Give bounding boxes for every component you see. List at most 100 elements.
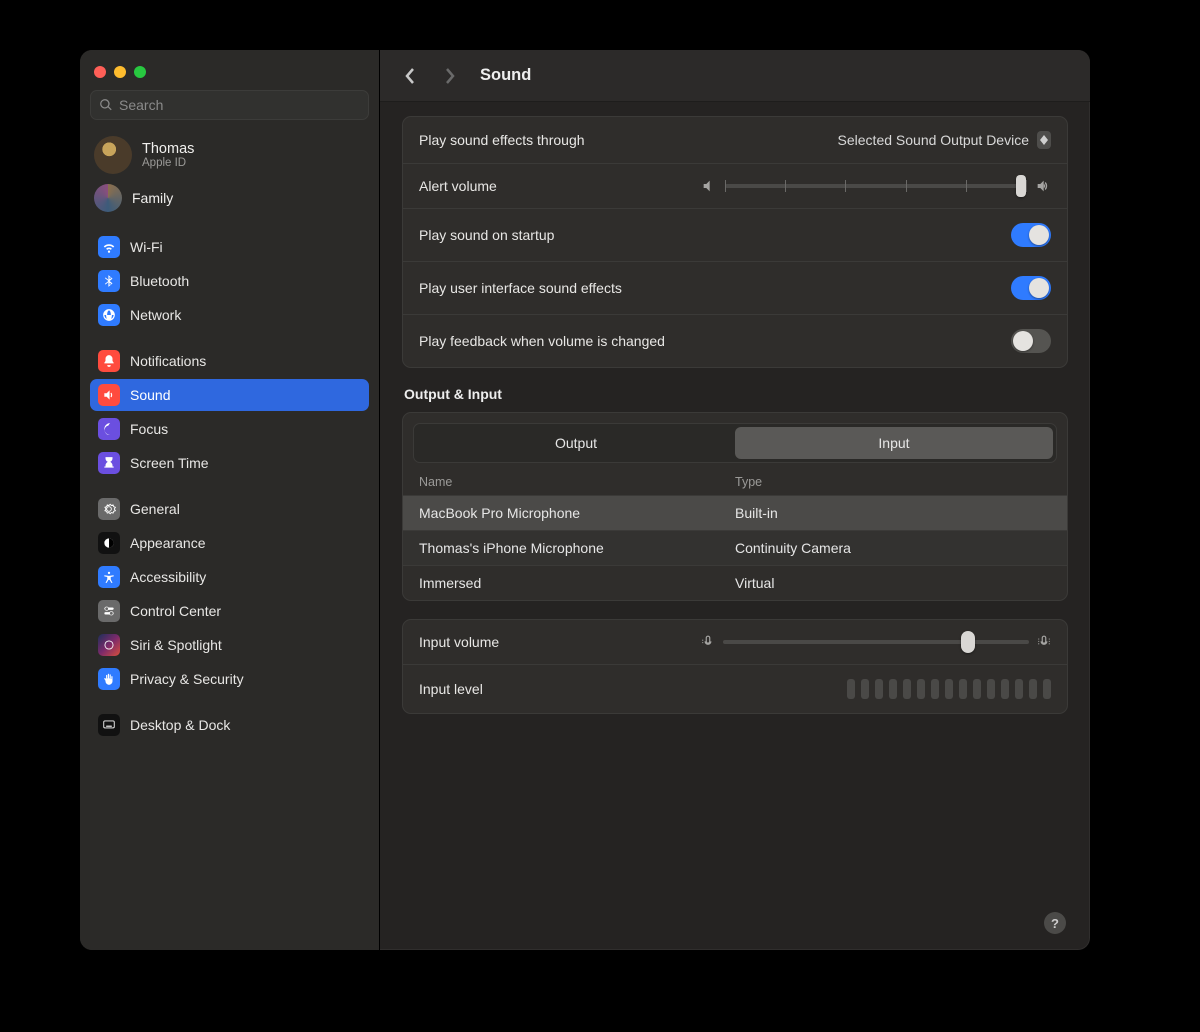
sidebar-item-general[interactable]: General xyxy=(90,493,369,525)
sidebar-item-label: General xyxy=(130,501,180,517)
play-ui-sounds-toggle[interactable] xyxy=(1011,276,1051,300)
device-row[interactable]: MacBook Pro Microphone Built-in xyxy=(403,495,1067,530)
col-type: Type xyxy=(735,475,1051,489)
col-name: Name xyxy=(419,475,735,489)
sidebar-item-privacy-security[interactable]: Privacy & Security xyxy=(90,663,369,695)
input-level-meter xyxy=(847,679,1051,699)
appearance-icon xyxy=(98,532,120,554)
sidebar-item-family[interactable]: Family xyxy=(90,180,369,218)
device-row[interactable]: Thomas's iPhone Microphone Continuity Ca… xyxy=(403,530,1067,565)
sidebar-item-notifications[interactable]: Notifications xyxy=(90,345,369,377)
sidebar-item-network[interactable]: Network xyxy=(90,299,369,331)
close-window-button[interactable] xyxy=(94,66,106,78)
sidebar-item-accessibility[interactable]: Accessibility xyxy=(90,561,369,593)
device-name: Thomas's iPhone Microphone xyxy=(419,540,735,556)
account-subtitle: Apple ID xyxy=(142,157,194,169)
input-volume-row: Input volume xyxy=(403,620,1067,664)
family-avatar-icon xyxy=(94,184,122,212)
search-input[interactable]: Search xyxy=(90,90,369,120)
sidebar-section-network: Wi-Fi Bluetooth Network xyxy=(90,230,369,332)
control-center-icon xyxy=(98,600,120,622)
chevron-up-down-icon xyxy=(1037,131,1051,149)
help-button[interactable]: ? xyxy=(1044,912,1066,934)
setting-label: Input level xyxy=(419,681,483,697)
sidebar-item-apple-id[interactable]: Thomas Apple ID xyxy=(90,130,369,180)
device-table-header: Name Type xyxy=(403,463,1067,495)
sidebar-item-label: Focus xyxy=(130,421,168,437)
setting-label: Play feedback when volume is changed xyxy=(419,333,665,349)
device-type: Virtual xyxy=(735,575,1051,591)
slider-knob[interactable] xyxy=(961,631,975,653)
output-input-segmented: Output Input xyxy=(413,423,1057,463)
play-sound-through-dropdown[interactable]: Selected Sound Output Device xyxy=(838,131,1051,149)
window-controls xyxy=(90,62,369,90)
moon-icon xyxy=(98,418,120,440)
back-button[interactable] xyxy=(396,62,424,90)
play-startup-toggle[interactable] xyxy=(1011,223,1051,247)
sidebar-item-appearance[interactable]: Appearance xyxy=(90,527,369,559)
sidebar-item-desktop-dock[interactable]: Desktop & Dock xyxy=(90,709,369,741)
content: Play sound effects through Selected Soun… xyxy=(380,102,1090,950)
dock-icon xyxy=(98,714,120,736)
hand-icon xyxy=(98,668,120,690)
sidebar-section-system: General Appearance Accessibility Control… xyxy=(90,492,369,696)
titlebar: Sound xyxy=(380,50,1090,102)
alert-volume-row: Alert volume xyxy=(403,163,1067,208)
device-name: Immersed xyxy=(419,575,735,591)
dropdown-value: Selected Sound Output Device xyxy=(838,132,1029,148)
sidebar-section-engagement: Notifications Sound Focus Screen Time xyxy=(90,344,369,480)
setting-label: Play sound effects through xyxy=(419,132,585,148)
output-input-panel: Output Input Name Type MacBook Pro Micro… xyxy=(402,412,1068,601)
setting-label: Alert volume xyxy=(419,178,497,194)
sidebar-item-bluetooth[interactable]: Bluetooth xyxy=(90,265,369,297)
system-settings-window: Search Thomas Apple ID Family Wi-Fi Blue… xyxy=(80,50,1090,950)
tab-input[interactable]: Input xyxy=(735,427,1053,459)
sidebar-item-label: Wi-Fi xyxy=(130,239,163,255)
play-feedback-toggle[interactable] xyxy=(1011,329,1051,353)
sidebar-item-label: Screen Time xyxy=(130,455,209,471)
accessibility-icon xyxy=(98,566,120,588)
mic-low-icon xyxy=(701,634,715,650)
sidebar-item-screen-time[interactable]: Screen Time xyxy=(90,447,369,479)
sidebar-item-label: Bluetooth xyxy=(130,273,189,289)
play-startup-row: Play sound on startup xyxy=(403,208,1067,261)
sidebar-item-focus[interactable]: Focus xyxy=(90,413,369,445)
sidebar-item-label: Appearance xyxy=(130,535,206,551)
sidebar-item-label: Privacy & Security xyxy=(130,671,244,687)
page-title: Sound xyxy=(480,66,531,85)
device-name: MacBook Pro Microphone xyxy=(419,505,735,521)
network-icon xyxy=(98,304,120,326)
tab-output[interactable]: Output xyxy=(417,427,735,459)
sidebar: Search Thomas Apple ID Family Wi-Fi Blue… xyxy=(80,50,380,950)
zoom-window-button[interactable] xyxy=(134,66,146,78)
device-row[interactable]: Immersed Virtual xyxy=(403,565,1067,600)
bell-icon xyxy=(98,350,120,372)
account-name: Thomas xyxy=(142,141,194,157)
slider-track xyxy=(723,640,1029,644)
sidebar-item-sound[interactable]: Sound xyxy=(90,379,369,411)
siri-icon xyxy=(98,634,120,656)
main-panel: Sound Play sound effects through Selecte… xyxy=(380,50,1090,950)
input-volume-slider[interactable] xyxy=(701,634,1051,650)
search-icon xyxy=(99,98,113,112)
search-placeholder: Search xyxy=(119,97,163,113)
slider-knob[interactable] xyxy=(1016,175,1026,197)
forward-button[interactable] xyxy=(436,62,464,90)
setting-label: Play user interface sound effects xyxy=(419,280,622,296)
sidebar-item-label: Network xyxy=(130,307,181,323)
minimize-window-button[interactable] xyxy=(114,66,126,78)
output-input-heading: Output & Input xyxy=(404,386,1066,402)
sidebar-item-siri-spotlight[interactable]: Siri & Spotlight xyxy=(90,629,369,661)
sidebar-item-label: Sound xyxy=(130,387,170,403)
bluetooth-icon xyxy=(98,270,120,292)
play-sound-through-row: Play sound effects through Selected Soun… xyxy=(403,117,1067,163)
sidebar-item-label: Control Center xyxy=(130,603,221,619)
speaker-high-icon xyxy=(1035,178,1051,194)
sidebar-item-wifi[interactable]: Wi-Fi xyxy=(90,231,369,263)
wifi-icon xyxy=(98,236,120,258)
gear-icon xyxy=(98,498,120,520)
alert-volume-slider[interactable] xyxy=(701,178,1051,194)
mic-high-icon xyxy=(1037,634,1051,650)
avatar xyxy=(94,136,132,174)
sidebar-item-control-center[interactable]: Control Center xyxy=(90,595,369,627)
